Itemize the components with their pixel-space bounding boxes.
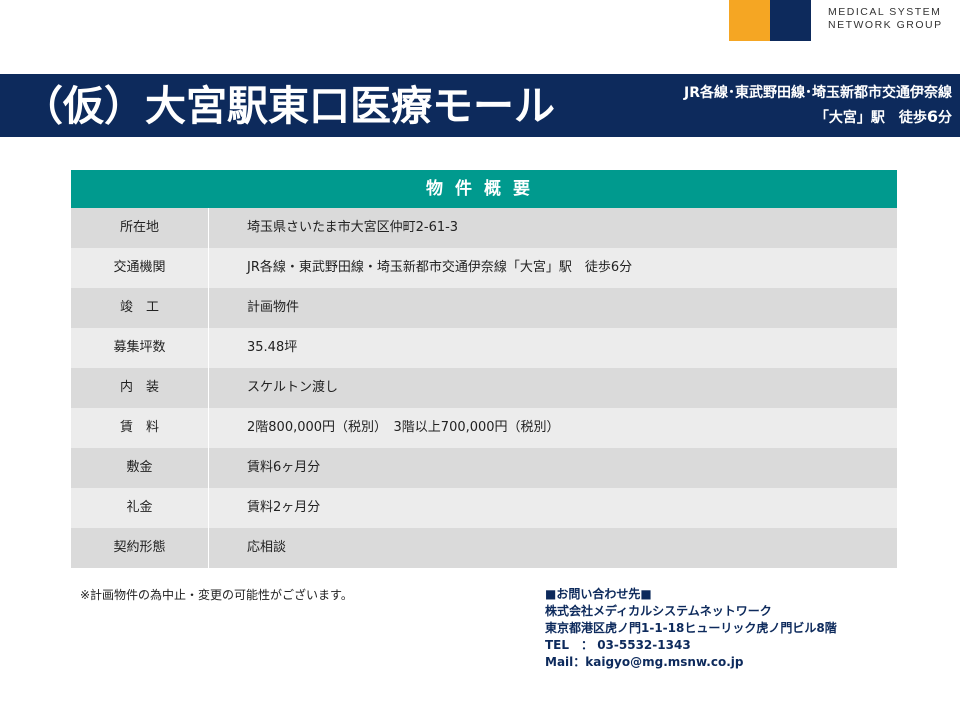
contact-company: 株式会社メディカルシステムネットワーク bbox=[545, 604, 772, 618]
contact-info: ■お問い合わせ先■ 株式会社メディカルシステムネットワーク 東京都港区虎ノ門1-… bbox=[545, 586, 837, 671]
table-row-rent: 賃 料 2階800,000円（税別） 3階以上700,000円（税別） bbox=[71, 408, 897, 448]
logo-line-1: MEDICAL SYSTEM bbox=[828, 6, 942, 18]
row-label: 交通機関 bbox=[71, 248, 209, 288]
row-value: 埼玉県さいたま市大宮区仲町2-61-3 bbox=[247, 220, 459, 235]
table-row-location: 所在地 埼玉県さいたま市大宮区仲町2-61-3 bbox=[71, 208, 897, 248]
contact-tel: TEL ： 03-5532-1343 bbox=[545, 638, 691, 652]
table-row-completion: 竣 工 計画物件 bbox=[71, 288, 897, 328]
row-label: 契約形態 bbox=[71, 528, 209, 568]
row-label: 内 装 bbox=[71, 368, 209, 408]
table-header: 物件概要 bbox=[71, 170, 897, 208]
title-banner: （仮）大宮駅東口医療モール JR各線･東武野田線･埼玉新都市交通伊奈線 「大宮」… bbox=[0, 74, 960, 137]
logo-line-2: NETWORK GROUP bbox=[828, 19, 943, 31]
row-value: スケルトン渡し bbox=[247, 380, 339, 395]
logo-navy-square bbox=[770, 0, 811, 41]
row-label: 募集坪数 bbox=[71, 328, 209, 368]
table-row-contract-type: 契約形態 応相談 bbox=[71, 528, 897, 568]
row-value: 計画物件 bbox=[247, 300, 300, 315]
contact-address: 東京都港区虎ノ門1-1-18ヒューリック虎ノ門ビル8階 bbox=[545, 621, 837, 635]
access-walk-unit: 分 bbox=[938, 110, 952, 126]
row-label: 礼金 bbox=[71, 488, 209, 528]
page-title: （仮）大宮駅東口医療モール bbox=[22, 82, 555, 130]
access-walk-minutes: 6 bbox=[926, 107, 938, 126]
row-label: 竣 工 bbox=[71, 288, 209, 328]
row-value: JR各線・東武野田線・埼玉新都市交通伊奈線「大宮」駅 徒歩6分 bbox=[247, 260, 633, 275]
row-label: 所在地 bbox=[71, 208, 209, 248]
row-value: 賃料6ヶ月分 bbox=[247, 460, 321, 475]
row-label: 賃 料 bbox=[71, 408, 209, 448]
company-logo-text: MEDICAL SYSTEM NETWORK GROUP bbox=[828, 6, 943, 32]
row-value: 2階800,000円（税別） 3階以上700,000円（税別） bbox=[247, 420, 560, 435]
table-row-deposit: 敷金 賃料6ヶ月分 bbox=[71, 448, 897, 488]
table-row-floor-area: 募集坪数 35.48坪 bbox=[71, 328, 897, 368]
table-row-key-money: 礼金 賃料2ヶ月分 bbox=[71, 488, 897, 528]
row-value: 賃料2ヶ月分 bbox=[247, 500, 321, 515]
contact-heading: ■お問い合わせ先■ bbox=[545, 587, 652, 601]
row-label: 敷金 bbox=[71, 448, 209, 488]
row-value: 35.48坪 bbox=[247, 340, 298, 355]
table-row-transport: 交通機関 JR各線・東武野田線・埼玉新都市交通伊奈線「大宮」駅 徒歩6分 bbox=[71, 248, 897, 288]
table-row-interior: 内 装 スケルトン渡し bbox=[71, 368, 897, 408]
access-station: 「大宮」駅 徒歩 bbox=[814, 110, 927, 126]
access-lines: JR各線･東武野田線･埼玉新都市交通伊奈線 bbox=[684, 85, 952, 101]
contact-mail: Mail：kaigyo@mg.msnw.co.jp bbox=[545, 655, 744, 669]
logo-orange-square bbox=[729, 0, 770, 41]
row-value: 応相談 bbox=[247, 540, 287, 555]
disclaimer-note: ※計画物件の為中止・変更の可能性がございます。 bbox=[80, 588, 353, 602]
access-info: JR各線･東武野田線･埼玉新都市交通伊奈線 「大宮」駅 徒歩6分 bbox=[684, 81, 952, 130]
property-overview-table: 物件概要 所在地 埼玉県さいたま市大宮区仲町2-61-3 交通機関 JR各線・東… bbox=[71, 170, 897, 568]
access-station-walk: 「大宮」駅 徒歩6分 bbox=[684, 105, 952, 130]
